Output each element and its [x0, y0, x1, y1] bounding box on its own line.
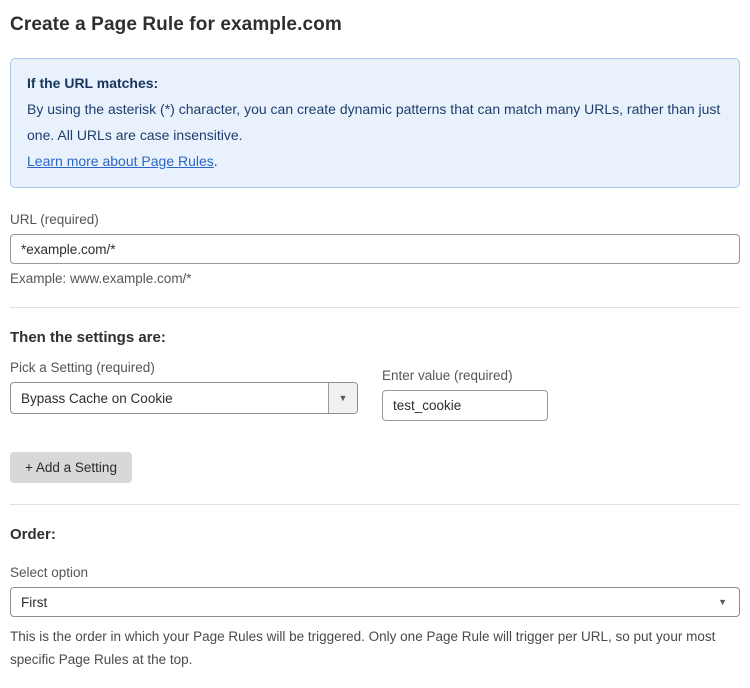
- pick-setting-label: Pick a Setting (required): [10, 360, 358, 375]
- setting-value-input[interactable]: [382, 390, 548, 421]
- chevron-down-icon[interactable]: ▼: [328, 383, 357, 413]
- url-input[interactable]: [10, 234, 740, 264]
- order-select-label: Select option: [10, 565, 740, 580]
- order-section-heading: Order:: [10, 526, 740, 543]
- learn-more-link[interactable]: Learn more about Page Rules: [27, 153, 214, 169]
- info-box-link-line: Learn more about Page Rules.: [27, 148, 723, 174]
- page-title: Create a Page Rule for example.com: [10, 14, 740, 36]
- order-select-value: First: [21, 595, 47, 610]
- link-suffix: .: [214, 153, 218, 169]
- divider: [10, 504, 740, 505]
- info-box-heading: If the URL matches:: [27, 70, 723, 96]
- order-select[interactable]: First ▼: [10, 587, 740, 617]
- order-help-text: This is the order in which your Page Rul…: [10, 625, 740, 671]
- setting-select-value: Bypass Cache on Cookie: [11, 383, 328, 413]
- enter-value-label: Enter value (required): [382, 368, 548, 383]
- settings-section-heading: Then the settings are:: [10, 329, 740, 346]
- divider: [10, 307, 740, 308]
- url-match-info-box: If the URL matches: By using the asteris…: [10, 58, 740, 188]
- enter-value-column: Enter value (required): [382, 368, 548, 421]
- url-example-text: Example: www.example.com/*: [10, 271, 740, 286]
- add-setting-button[interactable]: + Add a Setting: [10, 452, 132, 483]
- chevron-down-icon: ▼: [718, 597, 727, 607]
- pick-setting-column: Pick a Setting (required) Bypass Cache o…: [10, 360, 358, 421]
- create-page-rule-panel: Create a Page Rule for example.com If th…: [0, 0, 750, 688]
- settings-row: Pick a Setting (required) Bypass Cache o…: [10, 360, 740, 421]
- url-field-label: URL (required): [10, 212, 740, 227]
- info-box-body: By using the asterisk (*) character, you…: [27, 96, 723, 148]
- setting-select[interactable]: Bypass Cache on Cookie ▼: [10, 382, 358, 414]
